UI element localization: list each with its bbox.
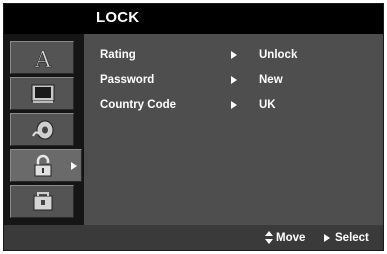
- menu-row-rating[interactable]: Rating Unlock: [84, 46, 383, 66]
- lock-icon: [34, 154, 52, 177]
- page-title: LOCK: [96, 9, 140, 26]
- up-down-arrows-icon: [265, 231, 273, 245]
- tab-language[interactable]: A: [10, 41, 74, 74]
- menu-row-country-code[interactable]: Country Code UK: [84, 96, 383, 116]
- navigation-hint-bar: Move Select: [4, 225, 383, 250]
- audio-disc-icon: [32, 120, 54, 140]
- setup-menu-screen: LOCK A Rating Unlock Password New Countr…: [3, 3, 384, 251]
- select-arrow-icon: [324, 234, 330, 242]
- tab-audio[interactable]: [10, 113, 74, 146]
- move-hint: Move: [276, 232, 306, 244]
- menu-row-value: Unlock: [259, 49, 298, 61]
- menu-row-password[interactable]: Password New: [84, 71, 383, 91]
- settings-panel: Rating Unlock Password New Country Code …: [84, 34, 383, 225]
- row-arrow-icon: [231, 51, 237, 59]
- language-a-icon: A: [34, 48, 53, 70]
- select-hint: Select: [335, 232, 369, 244]
- active-tab-arrow-icon: [71, 162, 77, 170]
- row-arrow-icon: [231, 101, 237, 109]
- menu-row-label: Password: [100, 74, 155, 86]
- svg-text:A: A: [34, 48, 52, 70]
- menu-row-value: UK: [259, 99, 276, 111]
- sidebar: A: [4, 34, 84, 225]
- tab-lock[interactable]: [10, 149, 82, 182]
- display-icon: [31, 84, 55, 103]
- menu-row-value: New: [259, 74, 283, 86]
- menu-row-label: Rating: [100, 49, 136, 61]
- menu-row-label: Country Code: [100, 99, 177, 111]
- tab-display[interactable]: [10, 77, 74, 110]
- title-bar: LOCK: [4, 4, 383, 34]
- row-arrow-icon: [231, 76, 237, 84]
- others-icon: [33, 192, 53, 211]
- tab-others[interactable]: [10, 185, 74, 218]
